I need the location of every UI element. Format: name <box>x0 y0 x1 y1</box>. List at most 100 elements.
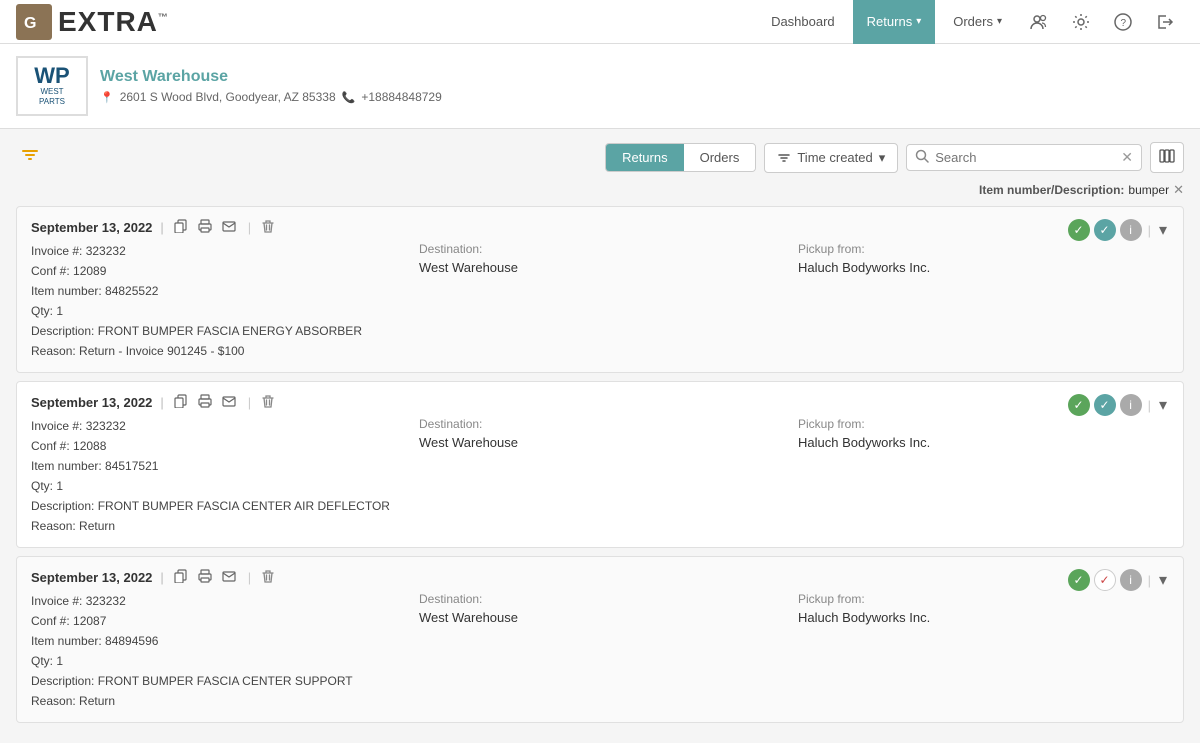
users-icon[interactable] <box>1020 0 1058 44</box>
description-field: Description: FRONT BUMPER FASCIA CENTER … <box>31 672 411 690</box>
tab-returns[interactable]: Returns <box>606 144 684 171</box>
qty-field: Qty: 1 <box>31 477 411 495</box>
top-navigation: G EXTRA™ Dashboard Returns ▾ Orders ▾ ? <box>0 0 1200 44</box>
company-header: WP WESTPARTS West Warehouse 📍 2601 S Woo… <box>0 44 1200 129</box>
item-date: September 13, 2022 <box>31 395 152 410</box>
item-delete-button[interactable] <box>261 569 275 586</box>
company-address: 2601 S Wood Blvd, Goodyear, AZ 85338 <box>120 90 336 104</box>
logo-icon: G <box>16 4 52 40</box>
logout-icon[interactable] <box>1146 0 1184 44</box>
search-input[interactable] <box>935 150 1115 165</box>
svg-text:?: ? <box>1121 18 1127 29</box>
pickup-col: Pickup from: Haluch Bodyworks Inc. <box>798 592 1169 710</box>
company-phone: +18884848729 <box>361 90 441 104</box>
qty-field: Qty: 1 <box>31 302 411 320</box>
nav-returns[interactable]: Returns ▾ <box>853 0 936 44</box>
item-number-field: Item number: 84825522 <box>31 282 411 300</box>
action-info-button[interactable]: i <box>1120 394 1142 416</box>
columns-button[interactable] <box>1150 142 1184 173</box>
item-details: Invoice #: 323232 Conf #: 12089 Item num… <box>31 242 411 360</box>
destination-col: Destination: West Warehouse <box>419 592 790 710</box>
return-item: September 13, 2022 | | Invoice #: 3232 <box>16 381 1184 548</box>
item-body: Invoice #: 323232 Conf #: 12088 Item num… <box>31 417 1169 535</box>
item-print-icon[interactable] <box>196 219 214 236</box>
action-secondary-button[interactable]: ✓ <box>1094 219 1116 241</box>
invoice-field: Invoice #: 323232 <box>31 242 411 260</box>
item-copy-icon[interactable] <box>172 219 190 236</box>
description-field: Description: FRONT BUMPER FASCIA CENTER … <box>31 497 411 515</box>
item-details: Invoice #: 323232 Conf #: 12088 Item num… <box>31 417 411 535</box>
reason-field: Reason: Return <box>31 517 411 535</box>
action-dropdown-button[interactable]: ▾ <box>1157 395 1169 415</box>
action-secondary-button[interactable]: ✓ <box>1094 394 1116 416</box>
svg-text:G: G <box>24 15 36 32</box>
description-field: Description: FRONT BUMPER FASCIA ENERGY … <box>31 322 411 340</box>
destination-col: Destination: West Warehouse <box>419 417 790 535</box>
item-email-icon[interactable] <box>220 569 238 586</box>
item-header: September 13, 2022 | | <box>31 394 1169 411</box>
pickup-label: Pickup from: <box>798 592 1169 606</box>
tab-group: Returns Orders <box>605 143 756 172</box>
destination-value: West Warehouse <box>419 610 790 625</box>
destination-col: Destination: West Warehouse <box>419 242 790 360</box>
logo-area: G EXTRA™ <box>16 4 169 40</box>
item-delete-button[interactable] <box>261 394 275 411</box>
search-box: ✕ <box>906 144 1142 171</box>
item-icons <box>172 219 238 236</box>
action-dropdown-button[interactable]: ▾ <box>1157 570 1169 590</box>
item-header: September 13, 2022 | | <box>31 219 1169 236</box>
filter-row: Item number/Description: bumper ✕ <box>16 182 1184 198</box>
item-number-field: Item number: 84517521 <box>31 457 411 475</box>
item-copy-icon[interactable] <box>172 569 190 586</box>
reason-field: Reason: Return - Invoice 901245 - $100 <box>31 342 411 360</box>
item-body: Invoice #: 323232 Conf #: 12087 Item num… <box>31 592 1169 710</box>
action-buttons: ✓ ✓ i | ▾ <box>1068 394 1169 416</box>
action-info-button[interactable]: i <box>1120 219 1142 241</box>
filter-label: Item number/Description: <box>979 183 1124 197</box>
company-logo: WP WESTPARTS <box>16 56 88 116</box>
action-secondary-button[interactable]: ✓ <box>1094 569 1116 591</box>
pickup-col: Pickup from: Haluch Bodyworks Inc. <box>798 417 1169 535</box>
settings-icon[interactable] <box>1062 0 1100 44</box>
item-print-icon[interactable] <box>196 569 214 586</box>
destination-label: Destination: <box>419 242 790 256</box>
action-buttons: ✓ ✓ i | ▾ <box>1068 219 1169 241</box>
phone-icon: 📞 <box>342 91 356 104</box>
main-content: Returns Orders Time created ▾ ✕ Item num… <box>0 129 1200 743</box>
returns-dropdown-icon: ▾ <box>916 16 921 27</box>
item-print-icon[interactable] <box>196 394 214 411</box>
action-dropdown-button[interactable]: ▾ <box>1157 220 1169 240</box>
help-icon[interactable]: ? <box>1104 0 1142 44</box>
action-approve-button[interactable]: ✓ <box>1068 569 1090 591</box>
pickup-col: Pickup from: Haluch Bodyworks Inc. <box>798 242 1169 360</box>
item-icons <box>172 394 238 411</box>
sort-button[interactable]: Time created ▾ <box>764 143 898 173</box>
item-delete-button[interactable] <box>261 219 275 236</box>
active-filter: Item number/Description: bumper ✕ <box>979 182 1184 198</box>
company-info: West Warehouse 📍 2601 S Wood Blvd, Goody… <box>100 68 442 104</box>
item-email-icon[interactable] <box>220 219 238 236</box>
item-copy-icon[interactable] <box>172 394 190 411</box>
return-item: September 13, 2022 | | Invoice #: 3232 <box>16 556 1184 723</box>
destination-value: West Warehouse <box>419 435 790 450</box>
action-approve-button[interactable]: ✓ <box>1068 394 1090 416</box>
item-email-icon[interactable] <box>220 394 238 411</box>
action-approve-button[interactable]: ✓ <box>1068 219 1090 241</box>
return-item: September 13, 2022 | | Invoice #: 3232 <box>16 206 1184 373</box>
item-details: Invoice #: 323232 Conf #: 12087 Item num… <box>31 592 411 710</box>
item-body: Invoice #: 323232 Conf #: 12089 Item num… <box>31 242 1169 360</box>
destination-value: West Warehouse <box>419 260 790 275</box>
pickup-value: Haluch Bodyworks Inc. <box>798 435 1169 450</box>
location-icon: 📍 <box>100 91 114 104</box>
nav-links: Dashboard Returns ▾ Orders ▾ ? <box>757 0 1184 44</box>
filter-icon-button[interactable] <box>16 141 44 174</box>
invoice-field: Invoice #: 323232 <box>31 592 411 610</box>
nav-orders[interactable]: Orders ▾ <box>939 0 1016 44</box>
tab-orders[interactable]: Orders <box>684 144 756 171</box>
action-info-button[interactable]: i <box>1120 569 1142 591</box>
app-name: EXTRA™ <box>58 6 169 38</box>
search-clear-button[interactable]: ✕ <box>1121 149 1133 166</box>
filter-close-button[interactable]: ✕ <box>1173 182 1184 198</box>
nav-dashboard[interactable]: Dashboard <box>757 0 849 44</box>
reason-field: Reason: Return <box>31 692 411 710</box>
